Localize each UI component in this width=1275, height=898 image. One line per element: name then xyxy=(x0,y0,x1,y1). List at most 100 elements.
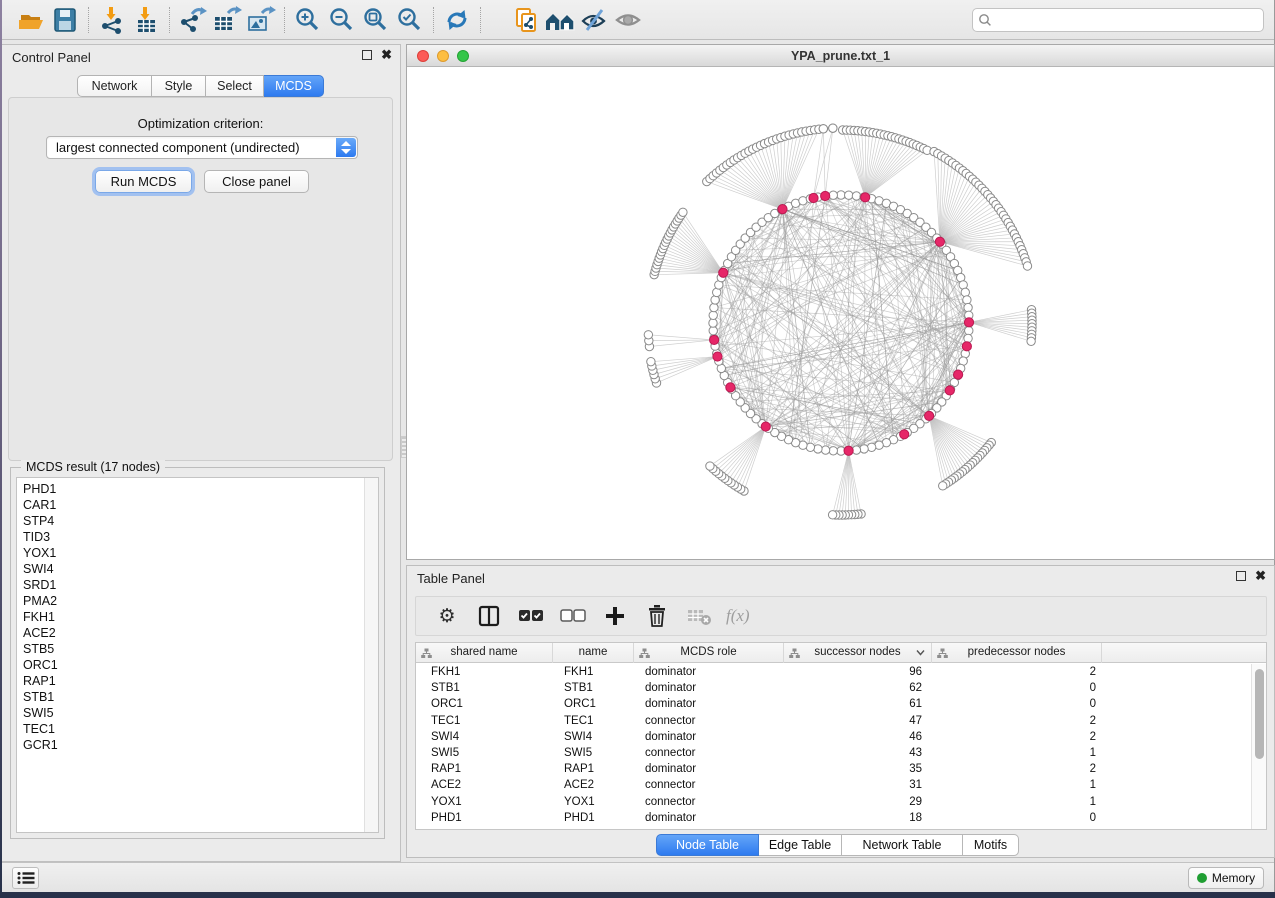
table-row[interactable]: RAP1RAP1dominator352 xyxy=(416,761,1251,777)
mcds-result-item[interactable]: RAP1 xyxy=(23,673,358,689)
delete-column-trash-icon[interactable] xyxy=(642,601,672,631)
table-row[interactable]: PHD1PHD1dominator180 xyxy=(416,810,1251,826)
table-cell: dominator xyxy=(634,664,784,680)
zoom-fit-icon[interactable] xyxy=(359,4,393,36)
table-cell: PHD1 xyxy=(553,810,634,826)
table-tabs: Node TableEdge TableNetwork TableMotifs xyxy=(656,834,1019,856)
table-scrollbar-thumb[interactable] xyxy=(1255,669,1264,759)
mcds-result-item[interactable]: TID3 xyxy=(23,529,358,545)
table-panel-title: Table Panel xyxy=(417,571,485,586)
table-cell: SWI5 xyxy=(416,745,553,761)
mcds-result-item[interactable]: YOX1 xyxy=(23,545,358,561)
add-column-icon[interactable] xyxy=(600,601,630,631)
table-cell: ORC1 xyxy=(553,696,634,712)
run-mcds-button[interactable]: Run MCDS xyxy=(95,170,192,193)
export-table-icon[interactable] xyxy=(210,4,244,36)
maximize-window-icon[interactable] xyxy=(457,50,469,62)
table-cell: 43 xyxy=(784,745,932,761)
criterion-value: largest connected component (undirected) xyxy=(56,140,300,155)
import-table-icon[interactable] xyxy=(129,4,163,36)
mcds-result-item[interactable]: CAR1 xyxy=(23,497,358,513)
deselect-all-icon[interactable] xyxy=(558,601,588,631)
table-row[interactable]: YOX1YOX1connector291 xyxy=(416,794,1251,810)
mcds-result-item[interactable]: GCR1 xyxy=(23,737,358,753)
mcds-result-item[interactable]: STP4 xyxy=(23,513,358,529)
mcds-result-item[interactable]: FKH1 xyxy=(23,609,358,625)
mcds-result-item[interactable]: PHD1 xyxy=(23,481,358,497)
criterion-select[interactable]: largest connected component (undirected) xyxy=(46,136,358,159)
table-row[interactable]: TEC1TEC1connector472 xyxy=(416,713,1251,729)
tab-edge-table[interactable]: Edge Table xyxy=(759,834,842,856)
mcds-result-item[interactable]: TEC1 xyxy=(23,721,358,737)
tab-network[interactable]: Network xyxy=(77,75,152,97)
column-header-successor-nodes[interactable]: successor nodes xyxy=(784,643,932,663)
float-panel-icon[interactable] xyxy=(1236,571,1246,581)
memory-button[interactable]: Memory xyxy=(1188,867,1264,889)
mcds-result-list[interactable]: PHD1CAR1STP4TID3YOX1SWI4SRD1PMA2FKH1ACE2… xyxy=(16,477,379,833)
clone-network-icon[interactable] xyxy=(509,4,543,36)
table-cell: 29 xyxy=(784,794,932,810)
float-panel-icon[interactable] xyxy=(362,50,372,60)
list-icon xyxy=(17,871,35,885)
export-network-icon[interactable] xyxy=(176,4,210,36)
zoom-in-icon[interactable] xyxy=(291,4,325,36)
mcds-result-item[interactable]: ORC1 xyxy=(23,657,358,673)
table-cell: SWI5 xyxy=(553,745,634,761)
mcds-result-item[interactable]: SWI5 xyxy=(23,705,358,721)
network-graph-canvas[interactable] xyxy=(407,67,1274,537)
select-all-icon[interactable] xyxy=(516,601,546,631)
table-row[interactable]: ACE2ACE2connector311 xyxy=(416,777,1251,793)
tab-mcds[interactable]: MCDS xyxy=(264,75,324,97)
table-settings-gear-icon[interactable]: ⚙ xyxy=(432,601,462,631)
refresh-view-icon[interactable] xyxy=(440,4,474,36)
table-cell: 46 xyxy=(784,729,932,745)
search-input[interactable] xyxy=(972,8,1264,32)
close-panel-icon[interactable]: ✖ xyxy=(1255,571,1266,581)
table-row[interactable]: STB1STB1dominator620 xyxy=(416,680,1251,696)
table-cell: connector xyxy=(634,745,784,761)
export-image-icon[interactable] xyxy=(244,4,278,36)
toolbar-separator xyxy=(88,7,89,33)
tab-select[interactable]: Select xyxy=(206,75,264,97)
mcds-result-item[interactable]: ACE2 xyxy=(23,625,358,641)
first-neighbors-icon[interactable] xyxy=(543,4,577,36)
mcds-list-scrollbar[interactable] xyxy=(364,478,378,832)
table-cell: RAP1 xyxy=(416,761,553,777)
table-row[interactable]: SWI4SWI4dominator462 xyxy=(416,729,1251,745)
close-panel-button[interactable]: Close panel xyxy=(204,170,309,193)
show-all-icon[interactable] xyxy=(611,4,645,36)
show-columns-icon[interactable] xyxy=(474,601,504,631)
open-file-icon[interactable] xyxy=(14,4,48,36)
toolbar-separator xyxy=(169,7,170,33)
table-cell: ORC1 xyxy=(416,696,553,712)
mcds-result-item[interactable]: SWI4 xyxy=(23,561,358,577)
tab-motifs[interactable]: Motifs xyxy=(963,834,1019,856)
mcds-result-item[interactable]: STB1 xyxy=(23,689,358,705)
minimize-window-icon[interactable] xyxy=(437,50,449,62)
close-panel-icon[interactable]: ✖ xyxy=(381,50,392,60)
tab-node-table[interactable]: Node Table xyxy=(656,834,759,856)
import-network-icon[interactable] xyxy=(95,4,129,36)
zoom-selected-icon[interactable] xyxy=(393,4,427,36)
main-toolbar xyxy=(2,0,1274,40)
mcds-result-item[interactable]: STB5 xyxy=(23,641,358,657)
status-menu-button[interactable] xyxy=(12,867,39,889)
save-session-icon[interactable] xyxy=(48,4,82,36)
zoom-out-icon[interactable] xyxy=(325,4,359,36)
table-row[interactable]: ORC1ORC1dominator610 xyxy=(416,696,1251,712)
table-scrollbar[interactable] xyxy=(1251,664,1266,829)
column-header-MCDS-role[interactable]: MCDS role xyxy=(634,643,784,663)
hide-selected-icon[interactable] xyxy=(577,4,611,36)
column-header-shared-name[interactable]: shared name xyxy=(416,643,553,663)
search-icon xyxy=(978,13,992,27)
mcds-result-item[interactable]: SRD1 xyxy=(23,577,358,593)
column-header-name[interactable]: name xyxy=(553,643,634,663)
table-row[interactable]: FKH1FKH1dominator962 xyxy=(416,664,1251,680)
table-cell: dominator xyxy=(634,680,784,696)
tab-network-table[interactable]: Network Table xyxy=(842,834,963,856)
tab-style[interactable]: Style xyxy=(152,75,206,97)
column-header-predecessor-nodes[interactable]: predecessor nodes xyxy=(932,643,1102,663)
table-row[interactable]: SWI5SWI5connector431 xyxy=(416,745,1251,761)
close-window-icon[interactable] xyxy=(417,50,429,62)
mcds-result-item[interactable]: PMA2 xyxy=(23,593,358,609)
